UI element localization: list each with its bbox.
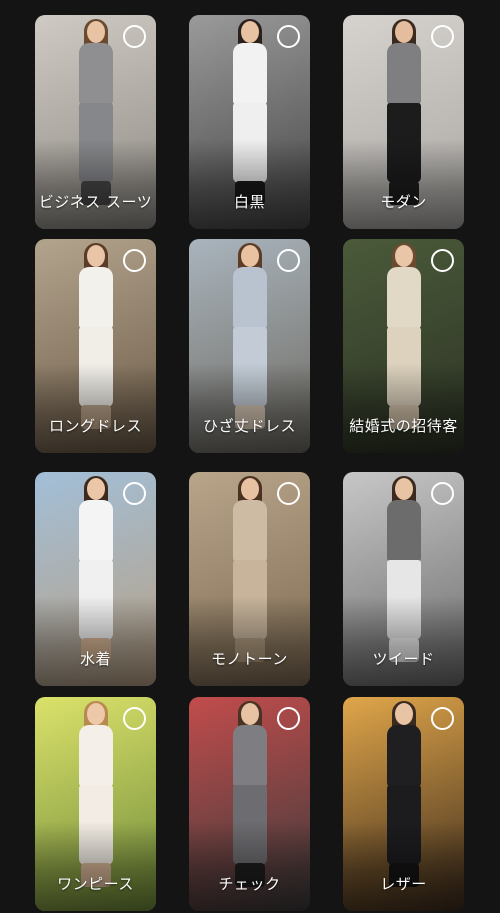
style-label: 水着: [79, 650, 111, 668]
style-label: ワンピース: [57, 875, 134, 893]
style-card[interactable]: 結婚式の招待客: [343, 239, 464, 453]
label-shade: [35, 821, 156, 911]
style-card[interactable]: ツイード: [343, 472, 464, 686]
label-shade: [189, 821, 310, 911]
style-label: モダン: [380, 193, 427, 211]
label-shade: [343, 821, 464, 911]
radio-unchecked-icon[interactable]: [431, 25, 454, 48]
style-card[interactable]: チェック: [189, 697, 310, 911]
style-card[interactable]: ロングドレス: [35, 239, 156, 453]
style-card[interactable]: ワンピース: [35, 697, 156, 911]
style-card[interactable]: ひざ丈ドレス: [189, 239, 310, 453]
style-label: ひざ丈ドレス: [202, 417, 296, 435]
radio-unchecked-icon[interactable]: [277, 482, 300, 505]
style-card[interactable]: レザー: [343, 697, 464, 911]
style-label: 白黒: [233, 193, 265, 211]
radio-unchecked-icon[interactable]: [277, 25, 300, 48]
label-shade: [189, 596, 310, 686]
label-shade: [189, 139, 310, 229]
style-label: チェック: [218, 875, 281, 893]
style-grid: ビジネス スーツ 白黒 モダンロングドレス ひざ丈ドレス 結婚式の招待客水着 モノトーン ツ…: [0, 0, 500, 913]
label-shade: [35, 139, 156, 229]
style-card[interactable]: 水着: [35, 472, 156, 686]
radio-unchecked-icon[interactable]: [431, 249, 454, 272]
radio-unchecked-icon[interactable]: [123, 707, 146, 730]
label-shade: [189, 363, 310, 453]
style-card[interactable]: 白黒: [189, 15, 310, 229]
label-shade: [35, 363, 156, 453]
style-card[interactable]: ビジネス スーツ: [35, 15, 156, 229]
style-label: レザー: [380, 875, 427, 893]
style-label: モノトーン: [211, 650, 288, 668]
label-shade: [343, 139, 464, 229]
label-shade: [343, 363, 464, 453]
radio-unchecked-icon[interactable]: [123, 249, 146, 272]
style-label: ビジネス スーツ: [38, 193, 153, 211]
radio-unchecked-icon[interactable]: [431, 482, 454, 505]
style-card[interactable]: モダン: [343, 15, 464, 229]
label-shade: [35, 596, 156, 686]
style-label: ロングドレス: [48, 417, 142, 435]
radio-unchecked-icon[interactable]: [123, 482, 146, 505]
label-shade: [343, 596, 464, 686]
style-card[interactable]: モノトーン: [189, 472, 310, 686]
radio-unchecked-icon[interactable]: [123, 25, 146, 48]
style-label: ツイード: [372, 650, 435, 668]
radio-unchecked-icon[interactable]: [431, 707, 454, 730]
style-label: 結婚式の招待客: [349, 417, 458, 435]
radio-unchecked-icon[interactable]: [277, 249, 300, 272]
radio-unchecked-icon[interactable]: [277, 707, 300, 730]
